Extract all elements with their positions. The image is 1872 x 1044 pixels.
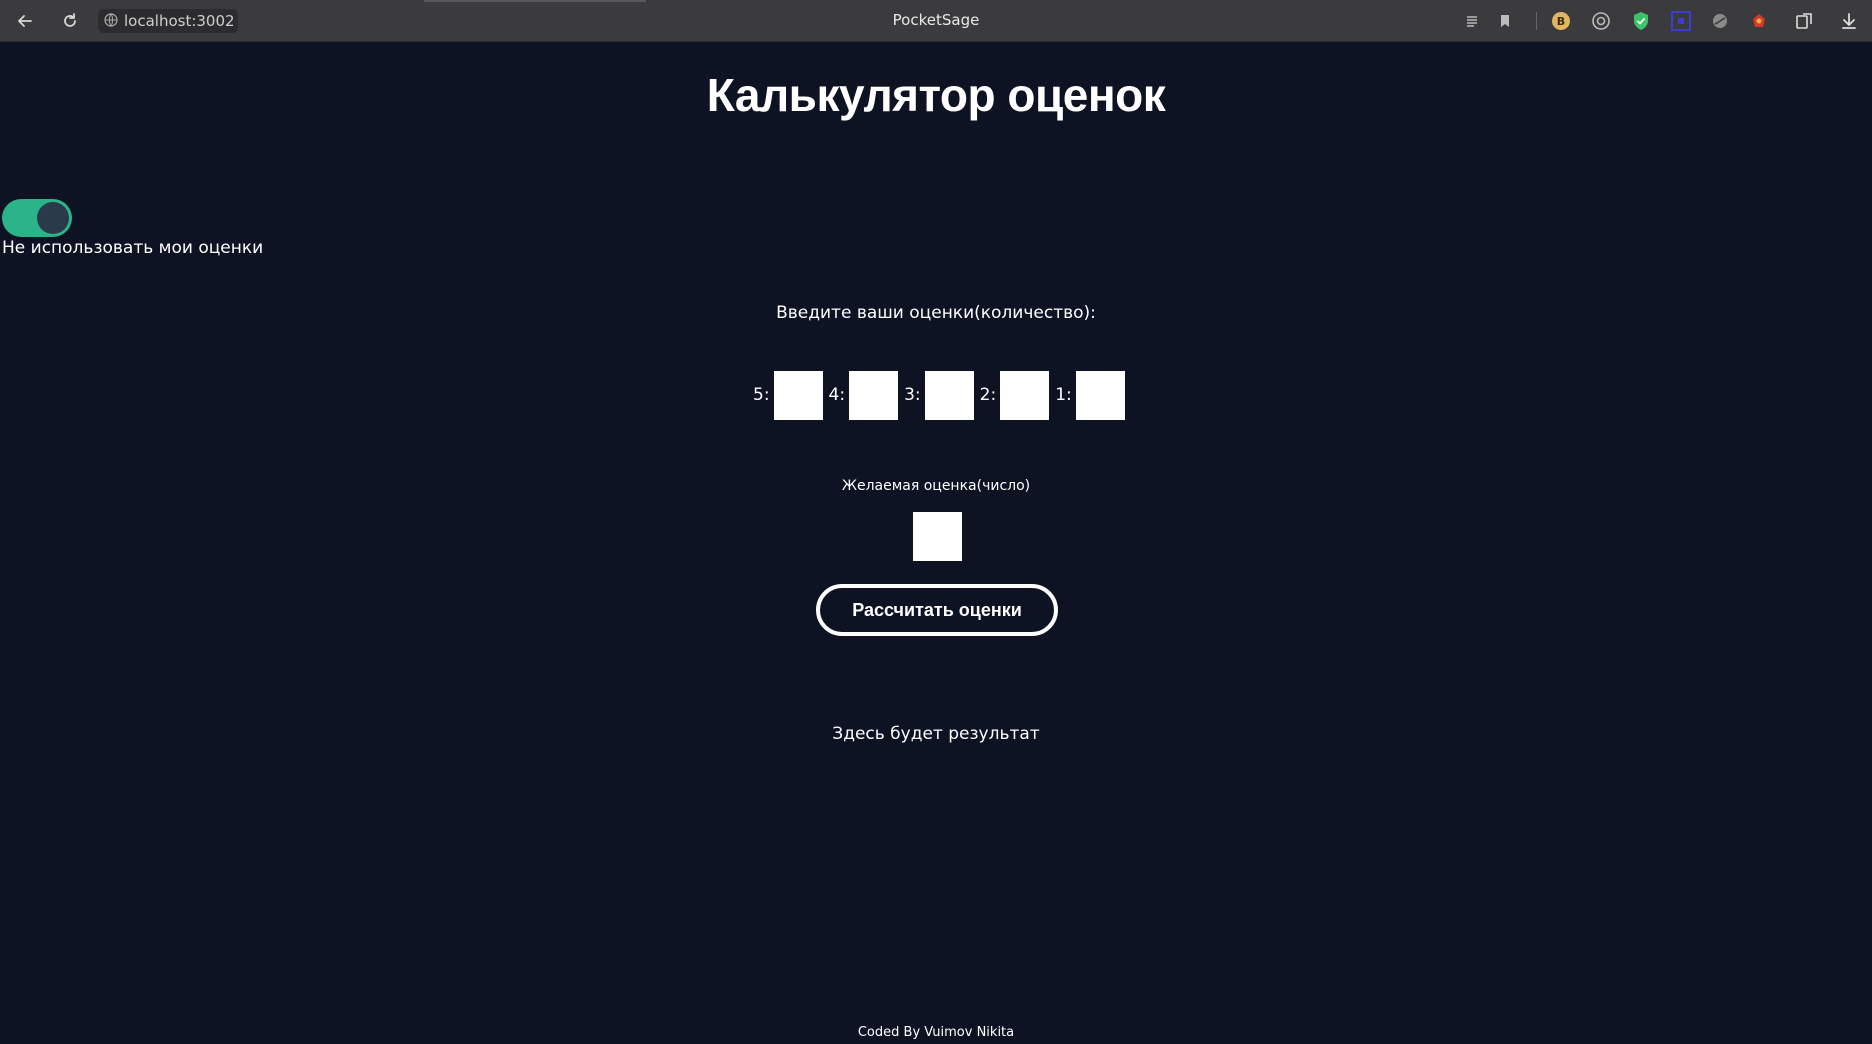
grade-5-input[interactable] — [773, 370, 823, 420]
grade-3-input[interactable] — [924, 370, 974, 420]
calculate-button[interactable]: Рассчитать оценки — [816, 584, 1058, 636]
shield-extension-icon[interactable] — [1631, 11, 1651, 31]
grade-1-input[interactable] — [1075, 370, 1125, 420]
leaf-extension-icon[interactable] — [1710, 11, 1730, 31]
toolbar-divider — [1536, 12, 1537, 30]
browser-toolbar: localhost:3002 PocketSage B — [0, 0, 1872, 42]
footer-credit: Coded By Vuimov Nikita — [857, 1025, 1015, 1040]
toggle-label: Не использовать мои оценки — [2, 238, 264, 258]
tab-indicator — [424, 0, 646, 2]
grade-2-input[interactable] — [1000, 370, 1050, 420]
grades-prompt: Введите ваши оценки(количество): — [776, 303, 1096, 323]
download-icon[interactable] — [1839, 11, 1859, 31]
reader-icon[interactable] — [1462, 11, 1482, 31]
b-extension-icon[interactable]: B — [1551, 11, 1571, 31]
use-my-grades-toggle[interactable] — [2, 199, 72, 237]
page-title: Калькулятор оценок — [706, 69, 1166, 121]
toggle-knob — [37, 202, 69, 234]
desired-grade-input[interactable] — [913, 512, 962, 561]
grade-4-label: 4: — [828, 385, 846, 405]
bookmark-icon[interactable] — [1495, 11, 1515, 31]
fox-extension-icon[interactable] — [1749, 11, 1769, 31]
at-extension-icon[interactable] — [1591, 11, 1611, 31]
grade-1-label: 1: — [1055, 385, 1072, 405]
grades-inputs-row: 5: 4: 3: 2: 1: — [753, 370, 1131, 420]
grade-5-label: 5: — [753, 385, 770, 405]
extensions-icon[interactable] — [1795, 11, 1815, 31]
grade-3-label: 3: — [904, 385, 921, 405]
grade-2-label: 2: — [979, 385, 997, 405]
svg-text:B: B — [1557, 15, 1565, 28]
result-text: Здесь будет результат — [832, 724, 1040, 744]
square-extension-icon[interactable] — [1671, 11, 1691, 31]
desired-grade-label: Желаемая оценка(число) — [841, 478, 1031, 494]
grade-4-input[interactable] — [849, 370, 899, 420]
